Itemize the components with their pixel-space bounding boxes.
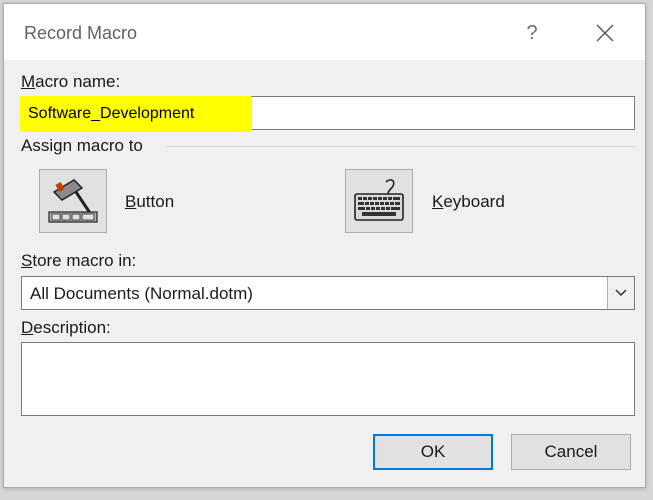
dialog-title: Record Macro: [24, 23, 138, 43]
close-icon: [596, 24, 614, 42]
store-macro-select[interactable]: All Documents (Normal.dotm): [21, 276, 635, 310]
hammer-icon: [48, 179, 98, 223]
assign-divider: [167, 146, 636, 147]
assign-button-button[interactable]: [39, 169, 107, 233]
keyboard-icon: [354, 179, 404, 221]
description-textarea[interactable]: [21, 342, 635, 416]
store-macro-label: Store macro in:: [21, 251, 137, 270]
button-option-label: Button: [125, 192, 175, 211]
description-label: Description:: [21, 318, 111, 337]
macro-name-value: Software_Development: [28, 105, 195, 122]
macro-name-label: Macro name:: [21, 72, 121, 91]
help-icon: ?: [526, 22, 538, 44]
store-macro-dropdown-button[interactable]: [607, 277, 634, 309]
record-macro-dialog: Record Macro ? Macro name: Software_Deve…: [3, 3, 646, 488]
chevron-down-icon: [615, 289, 627, 297]
store-macro-value: All Documents (Normal.dotm): [30, 284, 253, 303]
help-button[interactable]: ?: [517, 18, 547, 48]
title-bar: Record Macro ?: [4, 4, 645, 60]
keyboard-option-label: Keyboard: [432, 192, 505, 211]
cancel-button[interactable]: Cancel: [511, 434, 631, 470]
close-button[interactable]: [590, 18, 620, 48]
ok-button[interactable]: OK: [373, 434, 493, 470]
assign-macro-label: Assign macro to: [21, 136, 143, 155]
assign-keyboard-button[interactable]: [345, 169, 413, 233]
